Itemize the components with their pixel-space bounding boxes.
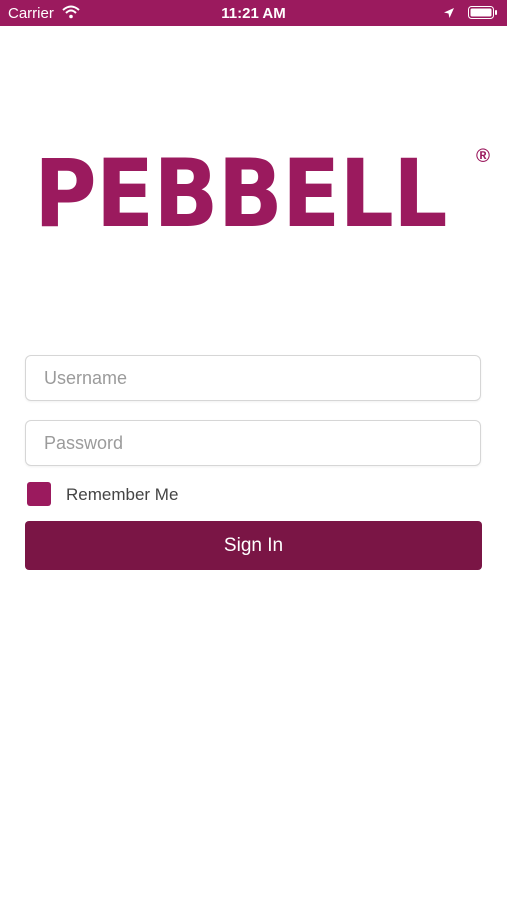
remember-me-checkbox[interactable] — [27, 482, 51, 506]
password-field[interactable] — [25, 420, 481, 466]
battery-icon — [468, 6, 498, 23]
status-bar: Carrier 11:21 AM — [0, 0, 507, 26]
status-time: 11:21 AM — [221, 5, 286, 22]
brand-logo: PEBBELL ® — [30, 140, 490, 250]
remember-me-row[interactable]: Remember Me — [27, 482, 227, 508]
password-input[interactable] — [26, 421, 480, 465]
remember-me-label: Remember Me — [66, 485, 179, 504]
location-arrow-icon — [443, 6, 455, 23]
username-input[interactable] — [26, 356, 480, 400]
sign-in-button[interactable]: Sign In — [25, 521, 482, 570]
username-field[interactable] — [25, 355, 481, 401]
brand-wordmark: PEBBELL — [34, 140, 448, 249]
registered-mark: ® — [476, 146, 490, 167]
